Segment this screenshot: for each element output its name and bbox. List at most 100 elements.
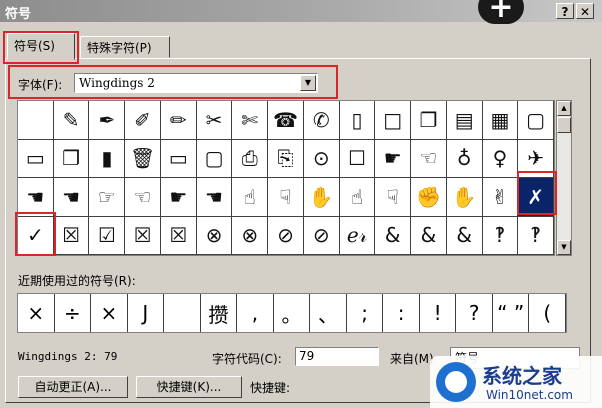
recent-symbol-cell[interactable]: × (18, 294, 55, 332)
symbol-cell[interactable]: ⊙ (303, 139, 340, 178)
symbol-cell[interactable]: ♁ (446, 139, 483, 178)
symbol-cell[interactable]: ⊗ (232, 216, 269, 255)
symbol-grid[interactable]: ✎ ✒ ✐ ✏ ✂ ✄ ☎ ✆ ▯ □ ❐ ▤ ▦ ▢ ▭ ❐ ▮ 🗑 ▭ ▢ ⎙ ⎘ ⊙ ☐ ☛ ☜ ♁ ♀ ✈ ☚ ☚ ☞ ☜ ☛ ☚ ☝ ☟ ✋ ☝ ☟… (17, 100, 555, 256)
recent-symbol-cell[interactable]: ÷ (55, 294, 92, 332)
close-button[interactable]: ✕ (576, 3, 594, 19)
char-code-label: 字符代码(C): (212, 352, 282, 366)
symbol-cell[interactable]: ▭ (160, 139, 197, 178)
scroll-thumb[interactable] (557, 117, 571, 133)
symbol-cell[interactable]: ✒ (89, 101, 126, 140)
symbol-cell[interactable]: ℯ𝓇 (339, 216, 376, 255)
symbol-grid-scrollbar[interactable]: ▲ ▼ (556, 100, 572, 256)
symbol-cell[interactable]: & (446, 216, 483, 255)
recent-symbol-cell[interactable] (164, 294, 201, 332)
recent-symbol-cell[interactable]: ( (529, 294, 566, 332)
font-select[interactable]: Wingdings 2 ▼ (74, 73, 318, 93)
watermark-url: Win10net.com (486, 388, 573, 402)
symbol-cell[interactable]: ▦ (482, 101, 519, 140)
symbol-cell[interactable]: ✈ (518, 139, 554, 178)
recent-symbol-cell[interactable]: 攒 (201, 294, 238, 332)
symbol-cell[interactable]: ✄ (232, 101, 269, 140)
chevron-down-icon[interactable]: ▼ (300, 75, 316, 91)
symbol-cell[interactable] (18, 101, 54, 140)
watermark-logo-icon (436, 362, 476, 402)
tab-symbols[interactable]: 符号(S) (7, 33, 75, 60)
tab-special-characters[interactable]: 特殊字符(P) (80, 36, 170, 58)
symbol-cell[interactable]: ✌ (482, 178, 519, 217)
symbol-cell[interactable]: ☒ (125, 216, 161, 255)
symbol-cell[interactable]: ▢ (196, 139, 233, 178)
symbol-cell[interactable]: ☝ (232, 178, 269, 217)
symbol-cell[interactable]: ✋ (446, 178, 483, 217)
symbol-cell[interactable]: ‽ (482, 216, 519, 255)
help-button[interactable]: ? (556, 3, 574, 19)
symbol-cell[interactable]: ☝ (339, 178, 376, 217)
recent-symbols[interactable]: × ÷ × J 攒,。、;:!? “ ”( (17, 293, 567, 333)
recent-symbol-cell[interactable]: ! (420, 294, 457, 332)
font-label: 字体(F): (18, 78, 63, 92)
recent-symbol-cell[interactable]: × (91, 294, 128, 332)
symbol-cell[interactable]: ☐ (339, 139, 376, 178)
symbol-cell[interactable]: ☜ (411, 139, 447, 178)
symbol-cell[interactable]: ⎘ (268, 139, 304, 178)
symbol-cell[interactable]: ☟ (268, 178, 304, 217)
recent-symbol-cell[interactable]: “ ” (493, 294, 530, 332)
symbol-cell[interactable]: & (411, 216, 447, 255)
symbol-cell[interactable]: ✂ (196, 101, 233, 140)
scroll-up-icon[interactable]: ▲ (557, 101, 571, 116)
symbol-cell[interactable]: ❐ (411, 101, 447, 140)
symbol-cell[interactable]: ☒ (53, 216, 90, 255)
symbol-cell[interactable]: ☎ (268, 101, 304, 140)
symbol-cell[interactable]: ❐ (53, 139, 90, 178)
scroll-down-icon[interactable]: ▼ (557, 240, 571, 255)
symbol-cell[interactable]: ☛ (160, 178, 197, 217)
symbol-cell[interactable]: ✊ (411, 178, 447, 217)
symbol-cell[interactable]: ⊘ (303, 216, 340, 255)
recent-symbol-cell[interactable]: ? (456, 294, 493, 332)
recent-label: 近期使用过的符号(R): (18, 274, 136, 288)
symbol-cell[interactable]: & (375, 216, 412, 255)
symbol-cell[interactable]: ☑ (89, 216, 126, 255)
recent-symbol-cell[interactable]: 。 (274, 294, 311, 332)
plus-icon: + (478, 0, 524, 25)
symbol-cell[interactable]: ▭ (18, 139, 54, 178)
recent-symbol-cell[interactable]: , (237, 294, 274, 332)
symbol-cell[interactable]: ‽ (518, 216, 554, 255)
symbol-cell[interactable]: ▮ (89, 139, 126, 178)
symbol-cell[interactable]: 🗑 (125, 139, 161, 178)
window-title: 符号 (5, 7, 32, 22)
symbol-cell[interactable]: □ (375, 101, 412, 140)
symbol-cell[interactable]: ✆ (303, 101, 340, 140)
symbol-cell[interactable]: ♀ (482, 139, 519, 178)
symbol-cell[interactable]: ⊘ (268, 216, 304, 255)
symbol-cell[interactable]: ▢ (518, 101, 554, 140)
symbol-cell[interactable]: ✗ (518, 178, 554, 217)
autocorrect-button[interactable]: 自动更正(A)... (18, 376, 128, 398)
symbol-cell[interactable]: ✋ (303, 178, 340, 217)
font-code-text: Wingdings 2: 79 (18, 350, 118, 363)
symbol-cell[interactable]: ☚ (18, 178, 54, 217)
char-code-input[interactable]: 79 (295, 347, 379, 366)
recent-symbol-cell[interactable]: : (383, 294, 420, 332)
symbol-cell[interactable]: ▤ (446, 101, 483, 140)
symbol-cell[interactable]: ▯ (339, 101, 376, 140)
symbol-cell[interactable]: ✎ (53, 101, 90, 140)
shortcut-key-button[interactable]: 快捷键(K)... (136, 376, 242, 398)
symbol-cell[interactable]: ☚ (53, 178, 90, 217)
recent-symbol-cell[interactable]: 、 (310, 294, 347, 332)
symbol-cell[interactable]: ✓ (18, 216, 54, 255)
recent-symbol-cell[interactable]: J (128, 294, 165, 332)
symbol-cell[interactable]: ☜ (125, 178, 161, 217)
recent-symbol-cell[interactable]: ; (347, 294, 384, 332)
symbol-cell[interactable]: ☟ (375, 178, 412, 217)
from-label: 来自(M) (390, 352, 434, 366)
watermark-text: 系统之家 (482, 364, 562, 388)
symbol-cell[interactable]: ☒ (160, 216, 197, 255)
symbol-cell[interactable]: ☚ (196, 178, 233, 217)
symbol-cell[interactable]: ☞ (89, 178, 126, 217)
symbol-cell[interactable]: ✐ (125, 101, 161, 140)
symbol-cell[interactable]: ⊗ (196, 216, 233, 255)
symbol-cell[interactable]: ✏ (160, 101, 197, 140)
symbol-cell[interactable]: ☛ (375, 139, 412, 178)
symbol-cell[interactable]: ⎙ (232, 139, 269, 178)
